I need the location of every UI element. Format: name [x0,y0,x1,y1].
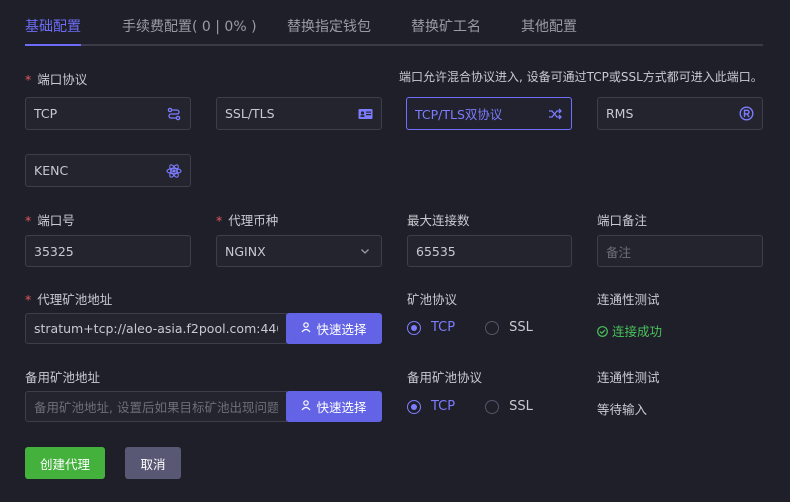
tab-fee-config[interactable]: 手续费配置( 0 | 0% ) [122,16,257,36]
backup-connectivity-status: 等待输入 [597,402,648,417]
route-icon [166,106,182,122]
required-mark: * [25,72,32,87]
active-tab-indicator [25,44,81,46]
backup-pool-input[interactable]: 备用矿池地址, 设置后如果目标矿池出现问题, | [25,391,287,422]
required-mark: * [25,213,32,228]
proxy-coin-label: * 代理币种 [216,213,279,228]
registered-icon [738,106,754,122]
backup-pool-label: 备用矿池地址 [25,370,101,385]
tab-basic-config[interactable]: 基础配置 [25,16,81,36]
port-protocol-label: * 端口协议 [25,72,88,87]
radio-ssl[interactable] [485,320,500,335]
max-connections-label: 最大连接数 [407,213,470,228]
location-pin-icon [301,321,311,336]
check-circle-icon [597,324,612,339]
id-card-icon [357,106,373,122]
backup-radio-ssl-label[interactable]: SSL [509,399,533,414]
create-proxy-button[interactable]: 创建代理 [25,447,105,479]
protocol-option-kenc[interactable]: KENC [25,154,191,187]
backup-pool-quick-select-button[interactable]: 快速选择 [286,391,382,422]
required-mark: * [25,292,32,307]
max-connections-input[interactable]: 65535 [407,235,572,267]
proxy-pool-input[interactable]: stratum+tcp://aleo-asia.f2pool.com:4400 [25,313,287,344]
port-number-label: * 端口号 [25,213,75,228]
backup-radio-ssl[interactable] [485,399,500,414]
proxy-coin-select[interactable]: NGINX [216,235,382,267]
atom-icon [166,163,182,179]
radio-tcp-label[interactable]: TCP [431,320,455,335]
protocol-option-rms[interactable]: RMS [597,97,763,130]
tab-replace-wallet[interactable]: 替换指定钱包 [287,16,371,36]
tab-replace-miner-name[interactable]: 替换矿工名 [411,16,481,36]
location-pin-icon [301,399,311,414]
radio-ssl-label[interactable]: SSL [509,320,533,335]
connectivity-status-success: 连接成功 [597,321,662,340]
cancel-button[interactable]: 取消 [125,447,181,479]
radio-tcp[interactable] [407,320,421,335]
port-note-label: 端口备注 [597,213,648,228]
protocol-option-ssl-tls[interactable]: SSL/TLS [216,97,382,130]
required-mark: * [216,213,223,228]
protocol-option-tcp-tls-dual[interactable]: TCP/TLS双协议 [406,97,572,130]
chevron-down-icon [357,243,373,259]
port-protocol-hint: 端口允许混合协议进入, 设备可通过TCP或SSL方式都可进入此端口。 [399,70,763,84]
port-number-input[interactable]: 35325 [25,235,191,267]
pool-protocol-radio-group: TCP SSL [407,320,563,335]
protocol-option-tcp[interactable]: TCP [25,97,191,130]
backup-radio-tcp-label[interactable]: TCP [431,399,455,414]
port-note-input[interactable]: 备注 [597,235,763,267]
proxy-pool-quick-select-button[interactable]: 快速选择 [286,313,382,344]
proxy-pool-label: * 代理矿池地址 [25,292,113,307]
backup-connectivity-test-label: 连通性测试 [597,370,660,385]
backup-radio-tcp[interactable] [407,399,421,414]
shuffle-icon [547,106,563,122]
config-tabs: 基础配置 手续费配置( 0 | 0% ) 替换指定钱包 替换矿工名 其他配置 [25,0,763,46]
tab-other-config[interactable]: 其他配置 [521,16,577,36]
connectivity-test-label: 连通性测试 [597,292,660,307]
backup-pool-protocol-label: 备用矿池协议 [407,370,483,385]
backup-pool-protocol-radio-group: TCP SSL [407,399,563,414]
pool-protocol-label: 矿池协议 [407,292,458,307]
